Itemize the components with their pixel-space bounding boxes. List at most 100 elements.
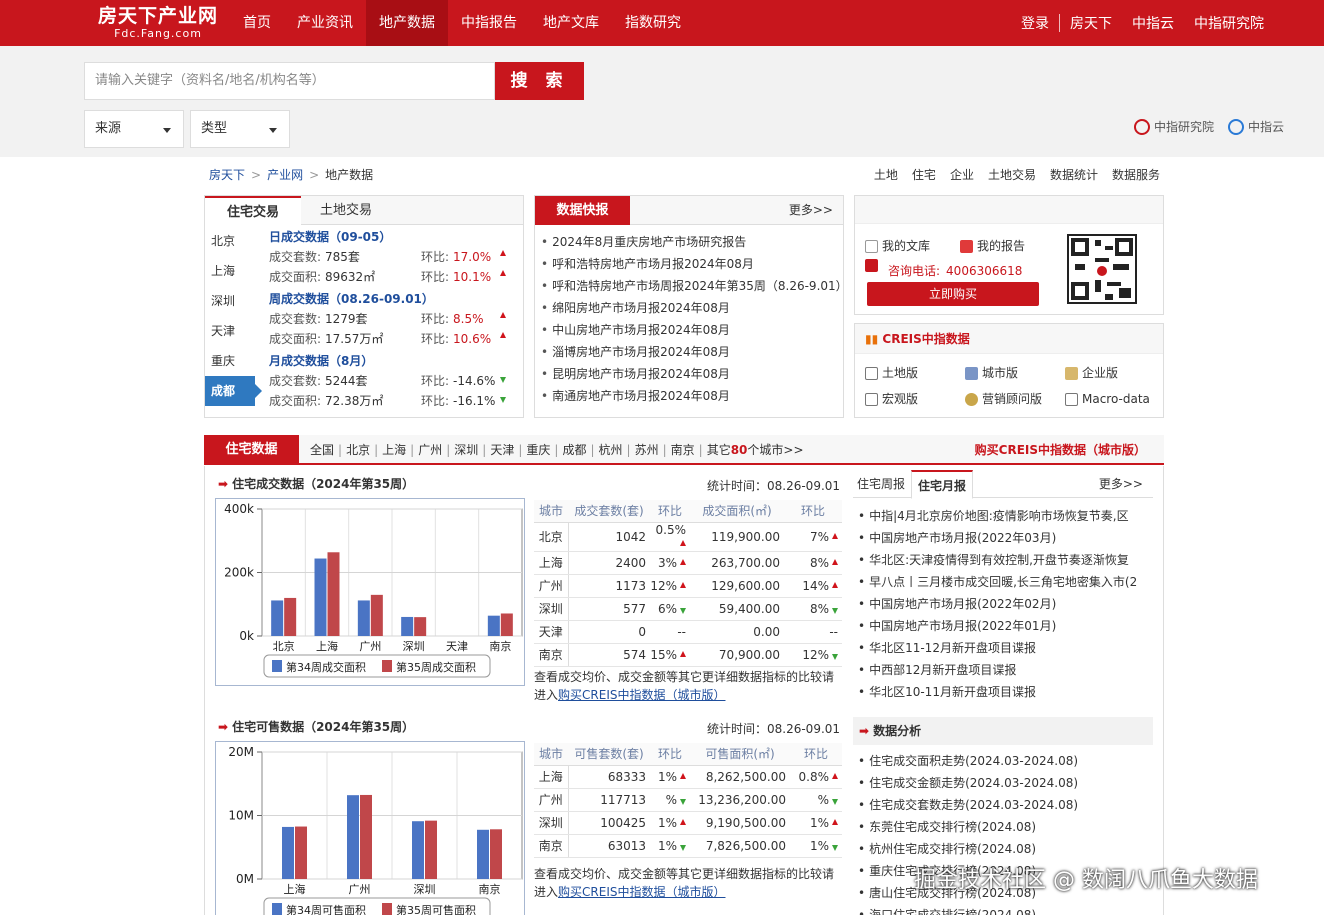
monthly-trade-title[interactable]: 月成交数据（8月） — [269, 351, 506, 371]
city-tianjin[interactable]: 天津 — [205, 316, 255, 346]
analysis-item[interactable]: 住宅成交金额走势(2024.03-2024.08) — [858, 772, 1148, 794]
city-chengdu[interactable]: 成都 — [205, 376, 262, 406]
breadcrumb-industry[interactable]: 产业网 — [267, 168, 303, 182]
fang-link[interactable]: 房天下 — [1060, 13, 1122, 33]
city-shanghai[interactable]: 上海 — [205, 256, 255, 286]
weekly-trade-title[interactable]: 周成交数据（08.26-09.01） — [269, 289, 506, 309]
report-item[interactable]: 华北区11-12月新开盘项目谍报 — [858, 637, 1148, 659]
news-item[interactable]: 呼和浩特房地产市场周报2024年第35周（8.26-9.01） — [541, 275, 843, 297]
city-link[interactable]: 全国 — [310, 443, 334, 457]
creis-marketing[interactable]: 营销顾问版 — [965, 386, 1065, 412]
type-dropdown[interactable]: 类型 — [190, 110, 290, 148]
reports-more-link[interactable]: 更多>> — [1099, 470, 1143, 498]
nav-index-research[interactable]: 指数研究 — [612, 0, 694, 46]
other-cities-link[interactable]: 其它80个城市>> — [707, 443, 804, 457]
search-button[interactable]: 搜 索 — [495, 62, 584, 100]
city-beijing[interactable]: 北京 — [205, 226, 255, 256]
cell-units: 63013 — [568, 834, 650, 858]
city-link[interactable]: 天津 — [490, 443, 514, 457]
buy-now-button[interactable]: 立即购买 — [867, 282, 1039, 306]
cell-city: 南京 — [534, 834, 569, 858]
analysis-item[interactable]: 住宅成交面积走势(2024.03-2024.08) — [858, 750, 1148, 772]
tab-monthly-report[interactable]: 住宅月报 — [911, 470, 974, 499]
tab-weekly-report[interactable]: 住宅周报 — [857, 470, 905, 498]
cindex-institute-link[interactable]: 中指研究院 — [1184, 13, 1274, 33]
buy-creis-link[interactable]: 购买CREIS中指数据（城市版） — [975, 435, 1146, 465]
login-link[interactable]: 登录 — [1011, 13, 1059, 33]
city-link[interactable]: 上海 — [382, 443, 406, 457]
news-item[interactable]: 2024年8月重庆房地产市场研究报告 — [541, 231, 843, 253]
link-enterprise[interactable]: 企业 — [950, 166, 974, 183]
nav-reports[interactable]: 中指报告 — [448, 0, 530, 46]
link-data-service[interactable]: 数据服务 — [1112, 166, 1160, 183]
link-land[interactable]: 土地 — [874, 166, 898, 183]
creis-city[interactable]: 城市版 — [965, 360, 1065, 386]
creis-macro-data[interactable]: Macro-data — [1065, 386, 1175, 412]
creis-enterprise[interactable]: 企业版 — [1065, 360, 1175, 386]
news-item[interactable]: 昆明房地产市场月报2024年08月 — [541, 363, 843, 385]
arrow-right-icon: ➡ — [218, 720, 229, 734]
arrow-up-icon — [680, 650, 686, 657]
deal-note-link[interactable]: 购买CREIS中指数据（城市版） — [558, 688, 725, 702]
search-input[interactable]: 请输入关键字（资料名/地名/机构名等） — [84, 62, 495, 100]
buy-creis-link-a: 购买 — [974, 443, 999, 457]
breadcrumb-fang[interactable]: 房天下 — [209, 168, 245, 182]
link-statistics[interactable]: 数据统计 — [1050, 166, 1098, 183]
arrow-down-icon — [680, 607, 686, 614]
pdf-icon — [960, 240, 974, 253]
city-shenzhen[interactable]: 深圳 — [205, 286, 255, 316]
deal-chart: 0k 200k 400k 北京 上海 广州 深圳 天津 南京 第34周成交面积 第35周成交面积 — [215, 498, 525, 686]
bar — [477, 829, 489, 879]
news-item[interactable]: 中山房地产市场月报2024年08月 — [541, 319, 843, 341]
city-link[interactable]: 南京 — [671, 443, 695, 457]
city-chongqing[interactable]: 重庆 — [205, 346, 255, 376]
analysis-item[interactable]: 海口住宅成交排行榜(2024.08) — [858, 904, 1148, 915]
report-item[interactable]: 华北区10-11月新开盘项目谍报 — [858, 681, 1148, 703]
partner-cindex-cloud[interactable]: 中指云 — [1227, 118, 1284, 135]
supply-note-link[interactable]: 购买CREIS中指数据（城市版） — [558, 885, 725, 899]
report-item[interactable]: 华北区:天津疫情得到有效控制,开盘节奏逐渐恢复 — [858, 549, 1148, 571]
cindex-cloud-link[interactable]: 中指云 — [1122, 13, 1184, 33]
breadcrumb-separator: > — [251, 168, 262, 182]
analysis-item[interactable]: 东莞住宅成交排行榜(2024.08) — [858, 816, 1148, 838]
nav-real-estate-data[interactable]: 地产数据 — [366, 0, 448, 46]
report-item[interactable]: 中国房地产市场月报(2022年03月) — [858, 527, 1148, 549]
nav-home[interactable]: 首页 — [230, 0, 284, 46]
link-land-trade[interactable]: 土地交易 — [988, 166, 1036, 183]
city-link[interactable]: 重庆 — [526, 443, 550, 457]
tab-land-trade[interactable]: 土地交易 — [301, 196, 391, 225]
news-item[interactable]: 呼和浩特房地产市场月报2024年08月 — [541, 253, 843, 275]
report-item[interactable]: 早八点丨三月楼市成交回暖,长三角宅地密集入市(2 — [858, 571, 1148, 593]
analysis-item[interactable]: 杭州住宅成交排行榜(2024.08) — [858, 838, 1148, 860]
city-link[interactable]: 深圳 — [454, 443, 478, 457]
partner-cindex-institute[interactable]: 中指研究院 — [1133, 118, 1214, 135]
report-item[interactable]: 中国房地产市场月报(2022年01月) — [858, 615, 1148, 637]
creis-land[interactable]: 土地版 — [865, 360, 965, 386]
city-link[interactable]: 广州 — [418, 443, 442, 457]
news-item[interactable]: 南通房地产市场月报2024年08月 — [541, 385, 843, 407]
my-library-link[interactable]: 我的文库 — [865, 234, 930, 259]
cell-city: 天津 — [534, 620, 569, 644]
news-item[interactable]: 绵阳房地产市场月报2024年08月 — [541, 297, 843, 319]
link-residential[interactable]: 住宅 — [912, 166, 936, 183]
data-news-more-link[interactable]: 更多>> — [789, 196, 833, 225]
site-logo[interactable]: 房天下产业网 Fdc.Fang.com — [96, 4, 220, 40]
source-dropdown[interactable]: 来源 — [84, 110, 184, 148]
report-item[interactable]: 中指|4月北京房价地图:疫情影响市场恢复节奏,区 — [858, 505, 1148, 527]
analysis-item[interactable]: 住宅成交套数走势(2024.03-2024.08) — [858, 794, 1148, 816]
my-report-link[interactable]: 我的报告 — [960, 234, 1025, 259]
city-link[interactable]: 成都 — [562, 443, 586, 457]
city-link[interactable]: 北京 — [346, 443, 370, 457]
daily-trade-title[interactable]: 日成交数据（09-05） — [269, 227, 506, 247]
report-item[interactable]: 中国房地产市场月报(2022年02月) — [858, 593, 1148, 615]
city-link[interactable]: 杭州 — [599, 443, 623, 457]
news-item[interactable]: 淄博房地产市场月报2024年08月 — [541, 341, 843, 363]
nav-industry-news[interactable]: 产业资讯 — [284, 0, 366, 46]
creis-macro[interactable]: 宏观版 — [865, 386, 965, 412]
nav-library[interactable]: 地产文库 — [530, 0, 612, 46]
tab-residential-trade[interactable]: 住宅交易 — [205, 196, 301, 226]
report-item[interactable]: 中西部12月新开盘项目谍报 — [858, 659, 1148, 681]
city-link[interactable]: 苏州 — [635, 443, 659, 457]
row-value: 17.57万㎡ — [325, 332, 384, 346]
row-label: 成交套数: — [269, 250, 322, 264]
